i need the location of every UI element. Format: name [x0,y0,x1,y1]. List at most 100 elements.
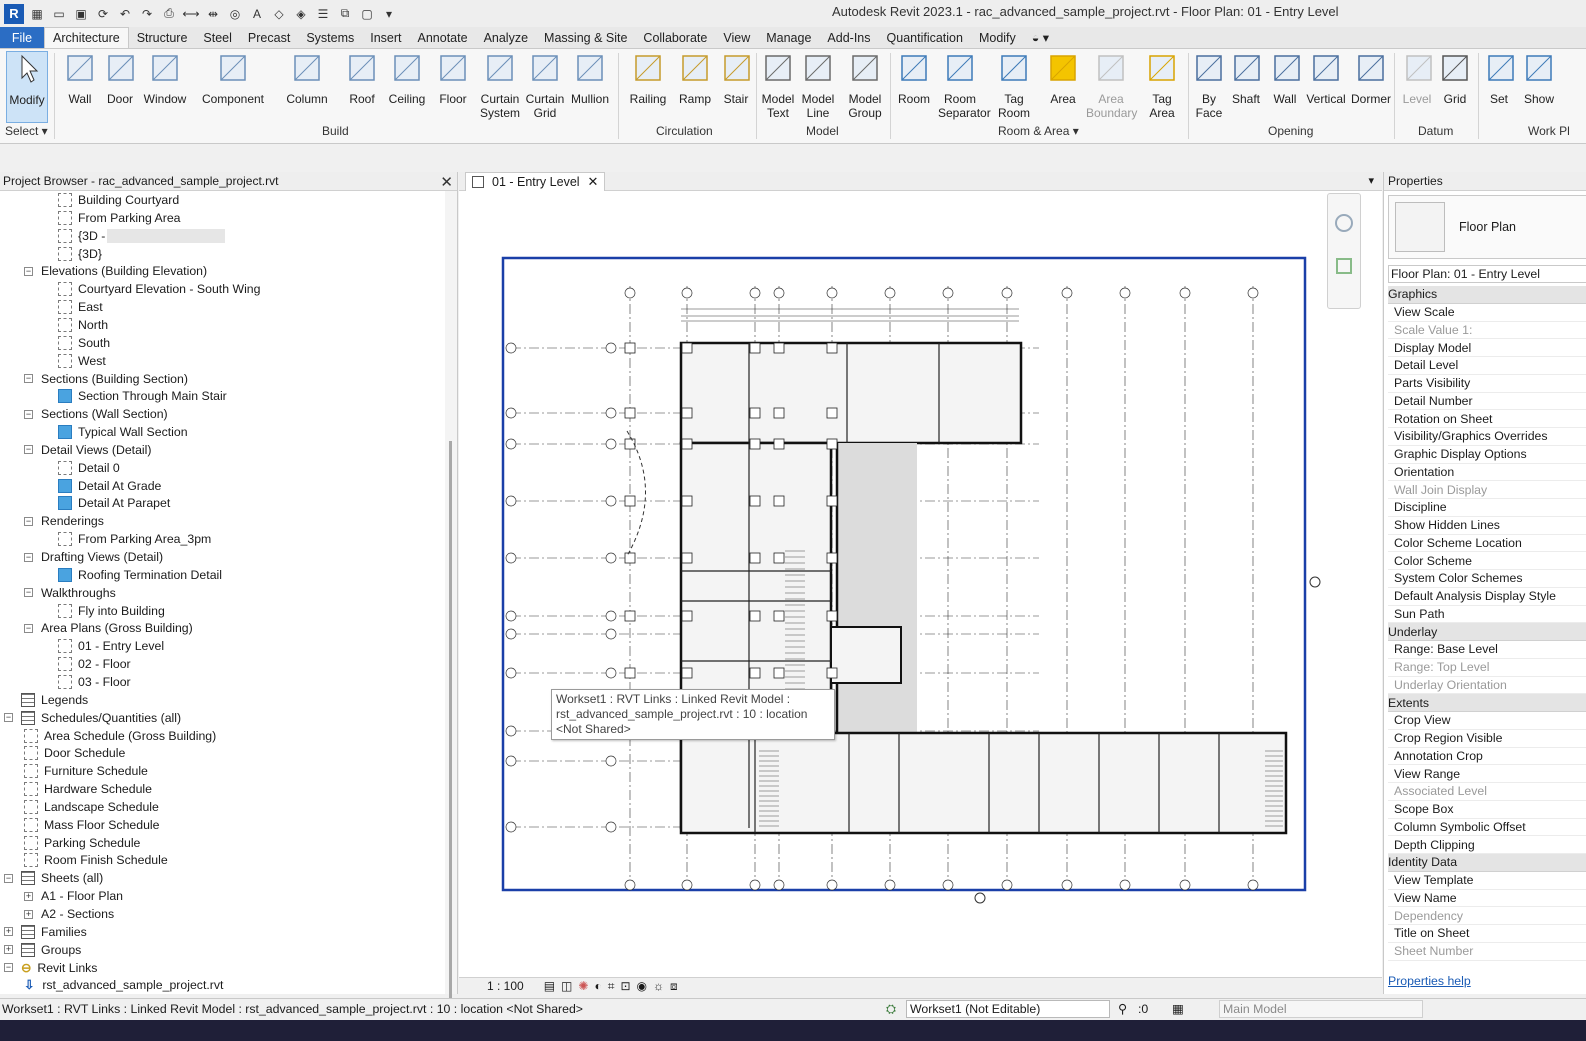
properties-help-link[interactable]: Properties help [1388,974,1471,988]
ribbon-tab-modify[interactable]: Modify [971,27,1024,48]
curtain-system-button[interactable]: Curtain System [480,51,520,120]
tree-item[interactable]: ⇩ rst_advanced_sample_project.rvt [24,976,223,994]
property-group[interactable]: Extents [1388,694,1586,713]
visual-style-icon[interactable]: ◫ [561,979,572,993]
tree-item[interactable]: − Renderings [24,512,104,530]
expand-icon[interactable]: + [4,945,13,955]
sync-icon[interactable]: ⟳ [94,5,112,23]
collapse-icon[interactable]: − [24,516,33,526]
area-boundary-button[interactable]: Area Boundary [1086,51,1137,120]
tab-menu-chevron-icon[interactable]: ▾ [1368,174,1374,187]
tree-item[interactable]: From Parking Area [42,209,181,227]
tree-item[interactable]: Furniture Schedule [24,762,148,780]
tree-item[interactable]: Legends [4,691,88,709]
ribbon-tab-manage[interactable]: Manage [758,27,819,48]
section-icon[interactable]: ◈ [292,5,310,23]
shadows-icon[interactable]: ◐ [594,979,601,993]
collapse-icon[interactable]: − [4,873,13,883]
property-row[interactable]: Title on Sheet [1388,925,1586,943]
tree-item[interactable]: Typical Wall Section [42,423,188,441]
tree-item[interactable]: {3D} [42,245,102,263]
tree-item[interactable]: Section Through Main Stair [42,387,227,405]
property-row[interactable]: Show Hidden Lines [1388,517,1586,535]
tag-area-button[interactable]: Tag Area [1144,51,1180,120]
component-button[interactable]: Component [200,51,266,106]
property-group[interactable]: Graphics [1388,286,1586,304]
home-icon[interactable]: ▦ [28,5,46,23]
tree-item[interactable]: Door Schedule [24,744,125,762]
vertical-button[interactable]: Vertical [1306,51,1346,106]
instance-selector[interactable]: Floor Plan: 01 - Entry Level [1388,265,1586,283]
curtain-grid-button[interactable]: Curtain Grid [524,51,566,120]
mullion-button[interactable]: Mullion [568,51,612,106]
detail-level-icon[interactable]: ▤ [544,979,555,993]
expand-icon[interactable]: + [24,891,33,901]
property-row[interactable]: View Name [1388,890,1586,908]
tree-item[interactable]: North [42,316,108,334]
tree-item[interactable]: South [42,334,110,352]
close-icon[interactable]: ✕ [440,173,453,191]
ribbon-tab-structure[interactable]: Structure [129,27,196,48]
modify-button[interactable]: Modify [6,51,48,123]
property-row[interactable]: Color Scheme [1388,552,1586,571]
tag-room-button[interactable]: Tag Room [996,51,1032,120]
tree-item[interactable]: Area Schedule (Gross Building) [24,727,216,745]
tree-item[interactable]: 03 - Floor [42,673,131,691]
property-row[interactable]: Default Analysis Display Style [1388,588,1586,606]
editable-only-icon[interactable]: ⚲ [1118,1002,1127,1016]
ribbon-tab-steel[interactable]: Steel [195,27,240,48]
contextual-tab-options-icon[interactable]: ◒ ▾ [1024,27,1057,48]
level-button[interactable]: Level [1402,51,1432,106]
select-dropdown[interactable]: Select ▾ [5,124,48,138]
revit-logo-icon[interactable]: R [4,3,24,24]
floor-button[interactable]: Floor [436,51,470,106]
property-group[interactable]: Underlay [1388,623,1586,642]
model-line-button[interactable]: Model Line [800,51,836,120]
tree-item[interactable]: − Schedules/Quantities (all) [4,709,181,727]
property-row[interactable]: Rotation on Sheet [1388,410,1586,429]
tree-item[interactable]: Courtyard Elevation - South Wing [42,280,261,298]
tree-item[interactable]: Detail At Grade [42,477,161,495]
property-row[interactable]: Crop Region Visible [1388,730,1586,748]
tree-item[interactable]: Landscape Schedule [24,798,159,816]
wall-button[interactable]: Wall [62,51,98,106]
open-icon[interactable]: ▭ [50,5,68,23]
thin-lines-icon[interactable]: ☰ [314,5,332,23]
ribbon-tab-view[interactable]: View [715,27,758,48]
collapse-icon[interactable]: − [24,623,33,633]
tree-item[interactable]: − Area Plans (Gross Building) [24,619,193,637]
ribbon-tab-collaborate[interactable]: Collaborate [635,27,715,48]
scale-selector[interactable]: 1 : 100 [487,979,524,993]
ribbon-tab-insert[interactable]: Insert [362,27,409,48]
ribbon-tab-quantification[interactable]: Quantification [879,27,971,48]
window-button[interactable]: Window [142,51,188,106]
switch-windows-icon[interactable]: ▢ [358,5,376,23]
tree-item[interactable]: − Sections (Building Section) [24,370,188,388]
model-text-button[interactable]: Model Text [760,51,796,120]
model-group-button[interactable]: Model Group [845,51,885,120]
tree-item[interactable]: Roofing Termination Detail [42,566,222,584]
ribbon-tab-massing-site[interactable]: Massing & Site [536,27,635,48]
design-option-dropdown[interactable]: Main Model [1219,1000,1423,1018]
tree-item[interactable]: + A1 - Floor Plan [24,887,123,905]
property-row[interactable]: View Range [1388,765,1586,784]
tree-item[interactable]: − Elevations (Building Elevation) [24,262,207,280]
collapse-icon[interactable]: − [24,552,33,562]
type-selector[interactable]: Floor Plan [1388,195,1586,259]
collapse-icon[interactable]: − [24,374,33,383]
save-icon[interactable]: ▣ [72,5,90,23]
shaft-button[interactable]: Shaft [1230,51,1262,106]
by-face-button[interactable]: By Face [1192,51,1226,120]
tree-item[interactable]: 02 - Floor [42,655,131,673]
railing-button[interactable]: Railing [628,51,668,106]
worksharing-display-icon[interactable]: ⧈ [670,979,678,994]
3d-view-icon[interactable]: ◇ [270,5,288,23]
ribbon-tab-systems[interactable]: Systems [298,27,362,48]
dimension-icon[interactable]: ⇹ [204,5,222,23]
tree-item[interactable]: Mass Floor Schedule [24,816,160,834]
property-row[interactable]: Color Scheme Location [1388,535,1586,553]
tree-item[interactable]: − Sections (Wall Section) [24,405,168,423]
wall-button[interactable]: Wall [1270,51,1300,106]
property-row[interactable]: Sun Path [1388,606,1586,624]
room-separator-button[interactable]: Room Separator [938,51,991,120]
